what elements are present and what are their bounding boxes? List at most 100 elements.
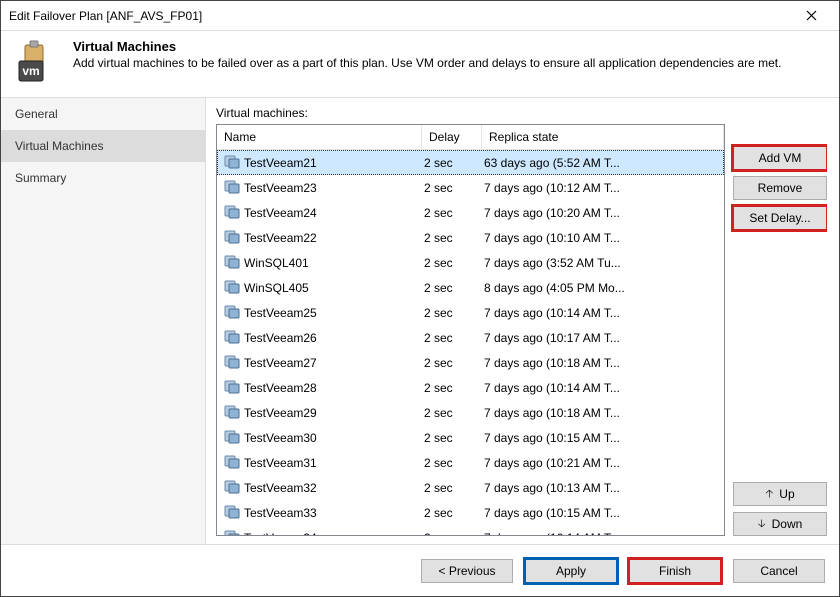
table-row[interactable]: WinSQL4012 sec7 days ago (3:52 AM Tu...	[217, 250, 724, 275]
row-delay: 2 sec	[422, 480, 482, 496]
table-row[interactable]: TestVeeam312 sec7 days ago (10:21 AM T..…	[217, 450, 724, 475]
row-name: TestVeeam31	[222, 452, 422, 473]
vm-icon	[224, 303, 240, 322]
down-button[interactable]: 🡣 Down	[733, 512, 827, 536]
previous-button[interactable]: < Previous	[421, 559, 513, 583]
up-button[interactable]: 🡡 Up	[733, 482, 827, 506]
row-delay: 2 sec	[422, 205, 482, 221]
vm-icon	[224, 428, 240, 447]
col-delay[interactable]: Delay	[422, 125, 482, 149]
sidebar-item-summary[interactable]: Summary	[1, 162, 205, 194]
table-row[interactable]: TestVeeam262 sec7 days ago (10:17 AM T..…	[217, 325, 724, 350]
vm-icon	[224, 278, 240, 297]
list-rows[interactable]: TestVeeam212 sec63 days ago (5:52 AM T..…	[217, 150, 724, 535]
vm-icon	[224, 153, 240, 172]
row-state: 7 days ago (10:15 AM T...	[482, 505, 724, 521]
row-name: WinSQL401	[222, 252, 422, 273]
sidebar-item-virtual-machines[interactable]: Virtual Machines	[1, 130, 205, 162]
row-delay: 2 sec	[422, 455, 482, 471]
row-delay: 2 sec	[422, 505, 482, 521]
row-delay: 2 sec	[422, 430, 482, 446]
cancel-button[interactable]: Cancel	[733, 559, 825, 583]
col-state[interactable]: Replica state	[482, 125, 724, 149]
row-state: 7 days ago (10:13 AM T...	[482, 480, 724, 496]
table-row[interactable]: TestVeeam292 sec7 days ago (10:18 AM T..…	[217, 400, 724, 425]
header: vm Virtual Machines Add virtual machines…	[1, 31, 839, 97]
row-delay: 2 sec	[422, 405, 482, 421]
row-delay: 2 sec	[422, 230, 482, 246]
header-desc: Add virtual machines to be failed over a…	[73, 55, 781, 72]
row-name: TestVeeam27	[222, 352, 422, 373]
vm-icon	[224, 328, 240, 347]
list-header: Name Delay Replica state	[217, 125, 724, 150]
table-row[interactable]: TestVeeam24 2 sec7 days ago (10:20 AM T..…	[217, 200, 724, 225]
vm-icon	[224, 378, 240, 397]
row-name: WinSQL405	[222, 277, 422, 298]
row-name: TestVeeam23	[222, 177, 422, 198]
close-button[interactable]	[791, 2, 831, 30]
vm-icon	[224, 403, 240, 422]
side-buttons: Add VM Remove Set Delay... 🡡 Up 🡣 Down	[733, 124, 827, 536]
vm-name: WinSQL405	[244, 281, 309, 295]
vm-list[interactable]: Name Delay Replica state TestVeeam212 se…	[216, 124, 725, 536]
row-name: TestVeeam21	[222, 152, 422, 173]
vm-icon	[224, 453, 240, 472]
vm-name: TestVeeam27	[244, 356, 317, 370]
apply-button[interactable]: Apply	[525, 559, 617, 583]
body: GeneralVirtual MachinesSummary Virtual m…	[1, 97, 839, 544]
row-state: 7 days ago (10:14 AM T...	[482, 305, 724, 321]
set-delay-button[interactable]: Set Delay...	[733, 206, 827, 230]
row-name: TestVeeam30	[222, 427, 422, 448]
row-delay: 2 sec	[422, 255, 482, 271]
add-vm-button[interactable]: Add VM	[733, 146, 827, 170]
vm-name: TestVeeam24	[244, 206, 317, 220]
table-row[interactable]: TestVeeam222 sec7 days ago (10:10 AM T..…	[217, 225, 724, 250]
down-label: Down	[772, 517, 803, 531]
list-wrap: Name Delay Replica state TestVeeam212 se…	[216, 124, 827, 536]
table-row[interactable]: TestVeeam27 2 sec7 days ago (10:18 AM T..…	[217, 350, 724, 375]
table-row[interactable]: TestVeeam322 sec7 days ago (10:13 AM T..…	[217, 475, 724, 500]
col-name[interactable]: Name	[217, 125, 422, 149]
table-row[interactable]: TestVeeam23 2 sec7 days ago (10:12 AM T..…	[217, 175, 724, 200]
header-text: Virtual Machines Add virtual machines to…	[73, 39, 781, 87]
vm-icon	[224, 228, 240, 247]
vm-name: TestVeeam33	[244, 506, 317, 520]
row-state: 7 days ago (10:20 AM T...	[482, 205, 724, 221]
table-row[interactable]: TestVeeam33 2 sec7 days ago (10:15 AM T..…	[217, 500, 724, 525]
footer: < Previous Apply Finish Cancel	[1, 544, 839, 596]
row-delay: 2 sec	[422, 355, 482, 371]
main-panel: Virtual machines: Name Delay Replica sta…	[206, 98, 839, 544]
row-delay: 2 sec	[422, 155, 482, 171]
vm-icon	[224, 503, 240, 522]
row-name: TestVeeam26	[222, 327, 422, 348]
up-label: Up	[779, 487, 794, 501]
titlebar: Edit Failover Plan [ANF_AVS_FP01]	[1, 1, 839, 31]
row-state: 7 days ago (10:12 AM T...	[482, 180, 724, 196]
list-label: Virtual machines:	[216, 106, 827, 120]
row-delay: 2 sec	[422, 305, 482, 321]
down-arrow-icon: 🡣	[758, 515, 766, 534]
row-state: 7 days ago (10:17 AM T...	[482, 330, 724, 346]
row-state: 63 days ago (5:52 AM T...	[482, 155, 724, 171]
table-row[interactable]: TestVeeam302 sec7 days ago (10:15 AM T..…	[217, 425, 724, 450]
table-row[interactable]: WinSQL4052 sec8 days ago (4:05 PM Mo...	[217, 275, 724, 300]
table-row[interactable]: TestVeeam342 sec7 days ago (10:14 AM T..…	[217, 525, 724, 535]
row-delay: 2 sec	[422, 180, 482, 196]
vm-name: TestVeeam23	[244, 181, 317, 195]
row-state: 7 days ago (10:15 AM T...	[482, 430, 724, 446]
row-name: TestVeeam22	[222, 227, 422, 248]
row-state: 7 days ago (10:18 AM T...	[482, 355, 724, 371]
vm-name: WinSQL401	[244, 256, 309, 270]
row-name: TestVeeam34	[222, 527, 422, 535]
vm-icon	[224, 253, 240, 272]
window: Edit Failover Plan [ANF_AVS_FP01] vm Vir…	[0, 0, 840, 597]
row-state: 7 days ago (10:10 AM T...	[482, 230, 724, 246]
remove-button[interactable]: Remove	[733, 176, 827, 200]
vm-icon	[224, 353, 240, 372]
table-row[interactable]: TestVeeam252 sec7 days ago (10:14 AM T..…	[217, 300, 724, 325]
table-row[interactable]: TestVeeam212 sec63 days ago (5:52 AM T..…	[217, 150, 724, 175]
table-row[interactable]: TestVeeam282 sec7 days ago (10:14 AM T..…	[217, 375, 724, 400]
close-icon	[806, 10, 817, 21]
finish-button[interactable]: Finish	[629, 559, 721, 583]
sidebar-item-general[interactable]: General	[1, 98, 205, 130]
